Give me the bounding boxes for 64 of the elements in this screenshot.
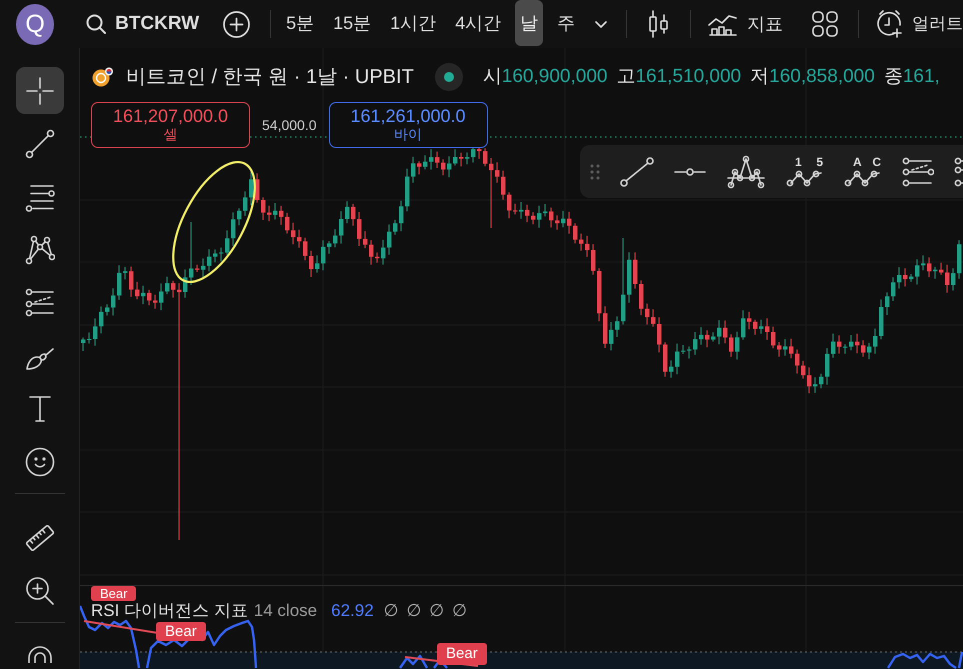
ohlc-value: 160,900,000 [502, 64, 608, 89]
indicators-button[interactable]: 지표 [708, 10, 784, 38]
grid-icon [812, 11, 838, 37]
drawing-tool-button[interactable] [16, 67, 64, 114]
search-icon [86, 14, 106, 34]
candlestick-icon [648, 10, 670, 38]
timeframe-tab[interactable]: 1시간 [385, 0, 442, 46]
indicator-name: RSI 다이버전스 지표 [91, 602, 248, 620]
ohlc-label: 시 [482, 64, 502, 89]
plus-circle-icon [223, 10, 250, 38]
buy-button[interactable]: 161,261,000.0 바이 [328, 102, 488, 148]
drawing-tool-button[interactable]: A C [844, 156, 882, 187]
divergence-tag: Bear [437, 643, 487, 665]
trend-line-icon [24, 128, 54, 158]
fib-channel-icon [902, 156, 934, 186]
avatar-circle[interactable]: Q [16, 4, 54, 44]
crosshair-icon [24, 76, 54, 106]
drawing-tool-button[interactable] [726, 154, 766, 188]
symbol-search-button[interactable]: BTCKRW [86, 10, 200, 38]
timeframe-tab[interactable]: 4시간 [450, 0, 506, 46]
alert-button[interactable]: 얼러트 [876, 10, 963, 38]
timeframe-tab[interactable]: 15분 [328, 0, 376, 46]
layout-button[interactable] [810, 9, 840, 39]
coin-icon [92, 67, 114, 87]
head-shoulders-icon [726, 154, 766, 188]
indicator-params: 14 close [254, 602, 318, 620]
drawing-tool-button[interactable]: 1 5 [786, 156, 824, 187]
timeframe-tab[interactable]: 주 [552, 0, 580, 46]
wave-pattern-icon [786, 169, 824, 187]
smiley-icon [24, 446, 54, 476]
pattern-nodes-icon [24, 234, 54, 264]
sell-button[interactable]: 161,207,000.0 셀 [91, 102, 250, 148]
drawing-tool-button[interactable] [902, 156, 934, 186]
plot-status-label: ∅ [429, 602, 444, 620]
alarm-clock-icon [876, 10, 903, 38]
trend-line-icon [620, 156, 654, 186]
divergence-tag: Bear [91, 586, 136, 601]
status-dot-icon [434, 63, 463, 91]
horizontal-line-icon [674, 168, 706, 176]
zoom-in-icon [24, 576, 54, 606]
add-symbol-button[interactable] [221, 8, 252, 40]
plot-status-label: ∅ [384, 602, 398, 620]
wave-pattern-icon [844, 169, 882, 187]
plot-status-label: ∅ [406, 602, 422, 620]
ohlc-label: 저 [750, 64, 770, 89]
ohlc-label: 종 [884, 64, 903, 89]
ohlc-value: 160,858,000 [769, 64, 875, 89]
spread-value: 54,000.0 [262, 116, 316, 134]
fib-levels-icon [24, 288, 54, 318]
ohlc-label: 고 [616, 64, 636, 89]
timeframe-tab[interactable]: 날 [515, 0, 544, 46]
chart-title: 비트코인 / 한국 원 · 1날 · UPBIT [126, 65, 414, 90]
timeframe-tab[interactable]: 5분 [281, 0, 320, 46]
chart-indicator-icon [708, 12, 738, 36]
drawing-tool-button[interactable] [620, 156, 654, 186]
chevron-down-icon [595, 20, 608, 28]
drawing-tool-button[interactable] [674, 168, 706, 176]
drag-handle-icon[interactable] [590, 164, 600, 180]
ruler-icon [24, 522, 54, 552]
ohlc-value: 161, [902, 64, 940, 89]
indicator-value: 62.92 [331, 602, 374, 620]
plot-status-label: ∅ [452, 602, 467, 620]
divergence-tag: Bear [156, 622, 206, 641]
ohlc-value: 161,510,000 [635, 64, 742, 89]
